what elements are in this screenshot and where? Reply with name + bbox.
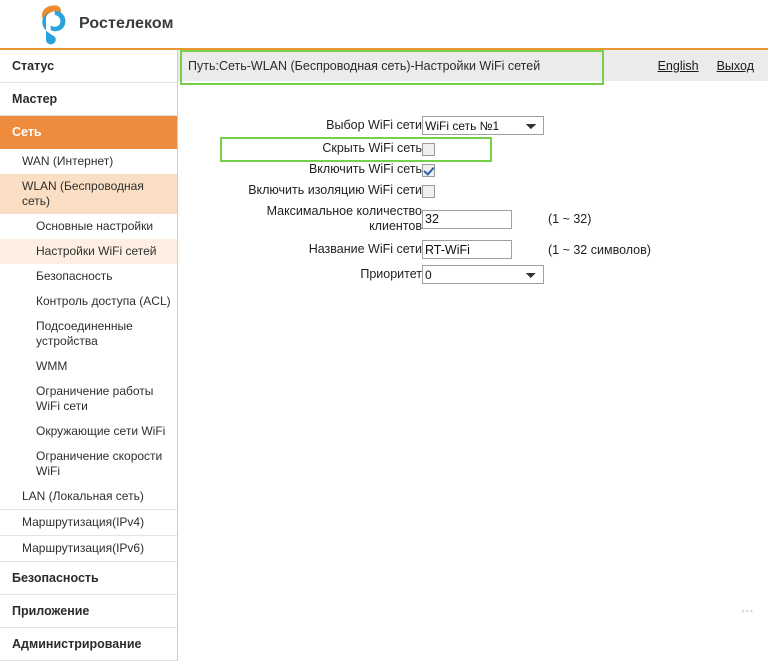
sidebar-section-administration[interactable]: Администрирование	[0, 628, 177, 661]
max-clients-input[interactable]	[422, 209, 512, 229]
label-priority: Приоритет	[360, 267, 422, 281]
logout-link[interactable]: Выход	[717, 59, 754, 73]
main-content: Путь:Сеть-WLAN (Беспроводная сеть)-Настр…	[178, 50, 768, 628]
hint-max-clients: (1 ~ 32)	[548, 212, 592, 226]
hint-hide-wifi-network	[548, 138, 651, 159]
hint-enable-wifi-isolation	[548, 180, 651, 201]
sidebar-nav: Статус Мастер Сеть WAN (Интернет) WLAN (…	[0, 50, 178, 661]
sidebar-section-status[interactable]: Статус	[0, 50, 177, 83]
sidebar-item-wifi-schedule[interactable]: Ограничение работы WiFi сети	[0, 379, 177, 419]
sidebar-section-security[interactable]: Безопасность	[0, 562, 177, 595]
row-enable-wifi-network: Включить WiFi сеть	[230, 159, 651, 180]
breadcrumb-bar: Путь:Сеть-WLAN (Беспроводная сеть)-Настр…	[178, 50, 768, 85]
label-enable-wifi-isolation: Включить изоляцию WiFi сети	[248, 183, 422, 197]
sidebar-item-security[interactable]: Безопасность	[0, 264, 177, 289]
app-header: Ростелеком	[0, 0, 768, 50]
sidebar-section-master[interactable]: Мастер	[0, 83, 177, 116]
sidebar-item-connected-devices[interactable]: Подсоединенные устройства	[0, 314, 177, 354]
hide-wifi-network-checkbox[interactable]	[422, 142, 435, 156]
sidebar-item-wifi-speed-limit[interactable]: Ограничение скорости WiFi	[0, 444, 177, 484]
label-max-clients: Максимальное количество клиентов	[266, 204, 422, 233]
breadcrumb: Путь:Сеть-WLAN (Беспроводная сеть)-Настр…	[188, 58, 541, 73]
sidebar-section-network[interactable]: Сеть	[0, 116, 177, 149]
watermark: •••	[741, 606, 754, 616]
row-priority: Приоритет 0	[230, 262, 651, 287]
ssid-input[interactable]	[422, 240, 512, 259]
sidebar-item-access-control[interactable]: Контроль доступа (ACL)	[0, 289, 177, 314]
row-hide-wifi-network: Скрыть WiFi сеть	[230, 138, 651, 159]
sidebar-item-wan[interactable]: WAN (Интернет)	[0, 149, 177, 174]
wifi-network-select[interactable]: WiFi сеть №1	[422, 116, 544, 135]
sidebar-section-application[interactable]: Приложение	[0, 595, 177, 628]
header-links: English Выход	[658, 59, 754, 73]
sidebar-item-wifi-settings[interactable]: Настройки WiFi сетей	[0, 239, 177, 264]
sidebar-item-routing-ipv6[interactable]: Маршрутизация(IPv6)	[0, 536, 177, 562]
language-english-link[interactable]: English	[658, 59, 699, 73]
hint-wifi-network-select	[548, 113, 651, 138]
enable-wifi-isolation-checkbox[interactable]	[422, 184, 435, 198]
sidebar-item-nearby-networks[interactable]: Окружающие сети WiFi	[0, 419, 177, 444]
hint-ssid: (1 ~ 32 символов)	[548, 242, 651, 257]
sidebar-item-basic-settings[interactable]: Основные настройки	[0, 214, 177, 239]
row-max-clients: Максимальное количество клиентов (1 ~ 32…	[230, 201, 651, 237]
label-ssid: Название WiFi сети	[308, 242, 422, 256]
rostelecom-logo-icon	[36, 3, 70, 45]
wifi-settings-form: Выбор WiFi сети WiFi сеть №1 Скрыть WiFi…	[178, 81, 768, 287]
sidebar-item-wlan[interactable]: WLAN (Беспроводная сеть)	[0, 174, 177, 214]
row-enable-wifi-isolation: Включить изоляцию WiFi сети	[230, 180, 651, 201]
sidebar-item-wmm[interactable]: WMM	[0, 354, 177, 379]
label-hide-wifi-network: Скрыть WiFi сеть	[322, 141, 422, 155]
enable-wifi-network-checkbox[interactable]	[422, 163, 435, 177]
brand-name: Ростелеком	[79, 15, 174, 32]
sidebar-item-routing-ipv4[interactable]: Маршрутизация(IPv4)	[0, 510, 177, 536]
row-wifi-network-select: Выбор WiFi сети WiFi сеть №1	[230, 113, 651, 138]
label-wifi-network-select: Выбор WiFi сети	[326, 118, 422, 132]
sidebar-item-lan[interactable]: LAN (Локальная сеть)	[0, 484, 177, 510]
hint-enable-wifi-network	[548, 159, 651, 180]
wifi-settings-table: Выбор WiFi сети WiFi сеть №1 Скрыть WiFi…	[230, 113, 651, 287]
row-ssid: Название WiFi сети (1 ~ 32 символов)	[230, 237, 651, 262]
priority-select[interactable]: 0	[422, 265, 544, 284]
label-enable-wifi-network: Включить WiFi сеть	[308, 162, 422, 176]
hint-priority	[548, 262, 651, 287]
